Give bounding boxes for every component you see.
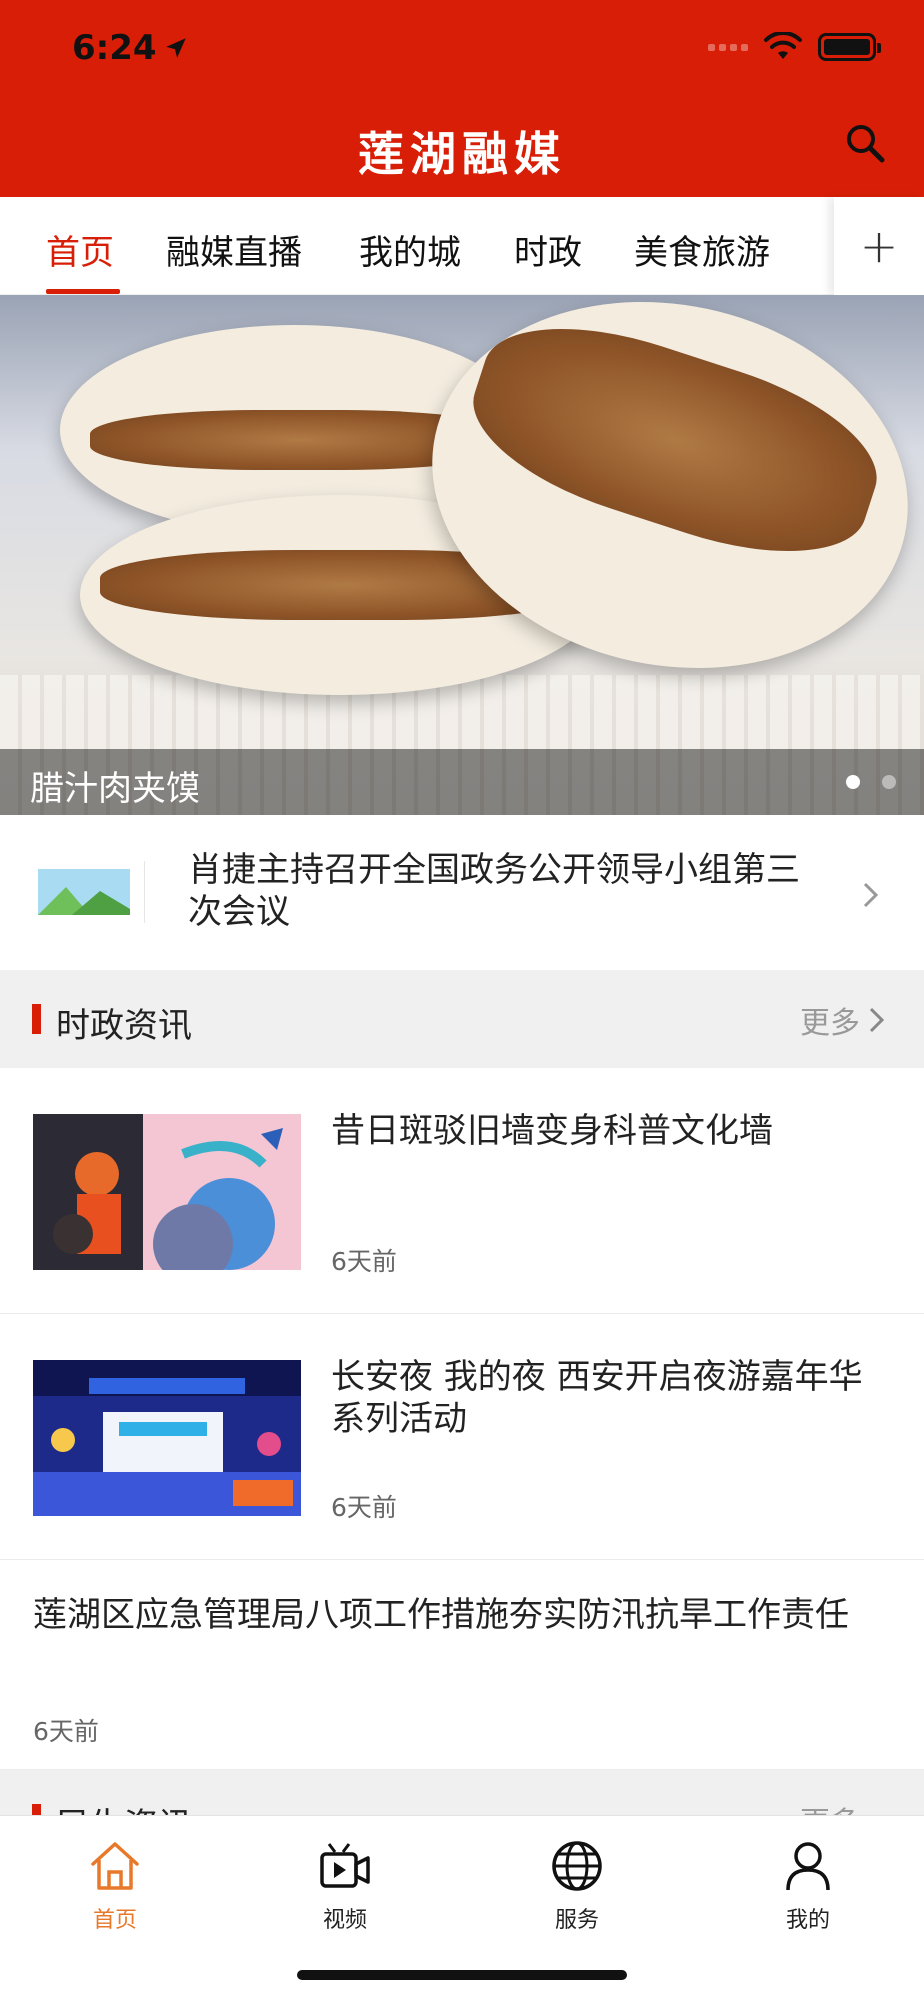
nav-label: 服务 bbox=[554, 1908, 599, 1933]
banner-image bbox=[0, 295, 924, 815]
news-item[interactable]: 莲湖区应急管理局八项工作措施夯实防汛抗旱工作责任 6天前 bbox=[0, 1560, 924, 1770]
globe-icon bbox=[552, 1841, 602, 1891]
location-arrow-icon bbox=[165, 38, 186, 58]
home-indicator[interactable] bbox=[297, 1970, 627, 1980]
chevron-right-icon[interactable] bbox=[868, 1006, 886, 1034]
active-tab-indicator bbox=[46, 289, 120, 294]
home-icon bbox=[91, 1842, 139, 1890]
nav-label: 首页 bbox=[92, 1908, 137, 1933]
landscape-placeholder-icon bbox=[38, 869, 130, 915]
banner-carousel[interactable]: 腊汁肉夹馍 bbox=[0, 295, 924, 815]
news-title: 莲湖区应急管理局八项工作措施夯实防汛抗旱工作责任 bbox=[33, 1595, 849, 1635]
news-time: 6天前 bbox=[331, 1247, 397, 1276]
news-title: 昔日斑驳旧墙变身科普文化墙 bbox=[331, 1111, 773, 1151]
nav-label: 我的 bbox=[785, 1908, 830, 1933]
news-time: 6天前 bbox=[33, 1717, 99, 1746]
tab-food-travel[interactable]: 美食旅游 bbox=[634, 225, 770, 274]
search-icon[interactable] bbox=[842, 120, 888, 166]
tab-politics[interactable]: 时政 bbox=[514, 225, 582, 274]
news-item[interactable]: 长安夜 我的夜 西安开启夜游嘉年华系列活动 6天前 bbox=[0, 1314, 924, 1560]
news-title: 长安夜 我的夜 西安开启夜游嘉年华系列活动 bbox=[331, 1357, 863, 1439]
section-header-politics: 时政资讯 更多 bbox=[0, 970, 924, 1068]
headline-text: 肖捷主持召开全国政务公开领导小组第三次会议 bbox=[188, 850, 800, 932]
news-thumbnail bbox=[33, 1360, 301, 1516]
nav-home[interactable]: 首页 bbox=[55, 1838, 175, 1934]
channel-tabs: 首页 融媒直播 我的城 时政 美食旅游 + bbox=[0, 197, 924, 295]
tab-home[interactable]: 首页 bbox=[46, 225, 114, 274]
news-item[interactable]: 昔日斑驳旧墙变身科普文化墙 6天前 bbox=[0, 1068, 924, 1314]
wifi-icon bbox=[764, 32, 802, 59]
app-title: 莲湖融媒 bbox=[358, 127, 566, 181]
carousel-dot-active bbox=[846, 775, 860, 789]
add-channel-button[interactable]: + bbox=[834, 197, 924, 295]
nav-profile[interactable]: 我的 bbox=[748, 1838, 868, 1934]
carousel-dot bbox=[882, 775, 896, 789]
battery-icon bbox=[818, 33, 881, 61]
tab-live[interactable]: 融媒直播 bbox=[166, 225, 302, 274]
tab-my-city[interactable]: 我的城 bbox=[359, 225, 461, 274]
status-time-text: 6:24 bbox=[72, 28, 157, 68]
section-accent-bar bbox=[32, 1004, 41, 1034]
chevron-right-icon bbox=[863, 882, 879, 908]
cellular-signal-icon bbox=[708, 43, 748, 51]
user-icon bbox=[786, 1842, 830, 1891]
nav-video[interactable]: 视频 bbox=[285, 1838, 405, 1934]
carousel-page-indicator bbox=[846, 775, 896, 789]
news-time: 6天前 bbox=[331, 1493, 397, 1522]
status-indicators bbox=[708, 32, 881, 62]
app-header: 6:24 莲湖融媒 bbox=[0, 0, 924, 197]
nav-label: 视频 bbox=[322, 1908, 367, 1933]
banner-caption: 腊汁肉夹馍 bbox=[30, 769, 200, 809]
more-link[interactable]: 更多 bbox=[800, 998, 860, 1042]
divider bbox=[144, 861, 145, 923]
status-time: 6:24 bbox=[72, 28, 189, 68]
banner-caption-bar: 腊汁肉夹馍 bbox=[0, 749, 924, 815]
news-thumbnail bbox=[33, 1114, 301, 1270]
video-icon bbox=[320, 1843, 370, 1888]
headline-row[interactable]: 肖捷主持召开全国政务公开领导小组第三次会议 bbox=[0, 815, 924, 970]
nav-services[interactable]: 服务 bbox=[517, 1838, 637, 1934]
section-title: 时政资讯 bbox=[56, 1006, 192, 1046]
